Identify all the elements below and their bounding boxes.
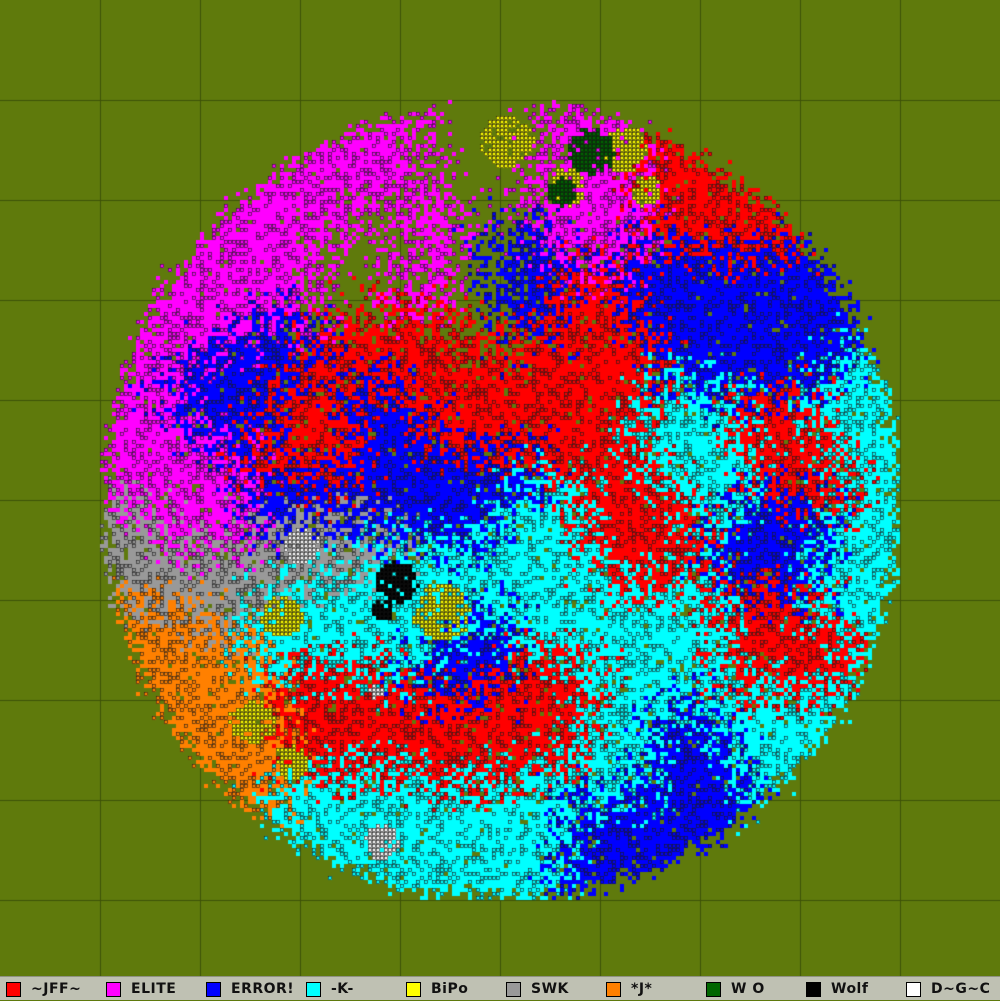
legend-item-j: *J* xyxy=(606,977,652,1001)
legend-label: ERROR! xyxy=(231,981,295,997)
legend-bar: ~JFF~ ELITE ERROR! -K- BiPo SWK *J* W O … xyxy=(0,976,1000,1000)
legend-label: Wolf xyxy=(831,981,869,997)
territory-map[interactable] xyxy=(0,0,1000,976)
legend-swatch xyxy=(906,981,921,997)
legend-swatch xyxy=(506,981,521,997)
legend-swatch xyxy=(6,981,21,997)
legend-label: ~JFF~ xyxy=(31,981,82,997)
legend-item-elite: ELITE xyxy=(106,977,176,1001)
legend-label: W O xyxy=(731,981,765,997)
legend-item-jff: ~JFF~ xyxy=(6,977,81,1001)
legend-item-k: -K- xyxy=(306,977,354,1001)
legend-item-swk: SWK xyxy=(506,977,569,1001)
legend-swatch xyxy=(606,981,621,997)
legend-label: BiPo xyxy=(431,981,469,997)
legend-item-dgc: D~G~C xyxy=(906,977,990,1001)
legend-label: D~G~C xyxy=(931,981,991,997)
legend-swatch xyxy=(806,981,821,997)
legend-label: -K- xyxy=(331,981,354,997)
legend-item-bipo: BiPo xyxy=(406,977,468,1001)
legend-swatch xyxy=(306,981,321,997)
legend-swatch xyxy=(406,981,421,997)
legend-swatch xyxy=(106,981,121,997)
legend-item-wolf: Wolf xyxy=(806,977,868,1001)
legend-item-wo: W O xyxy=(706,977,765,1001)
legend-item-error: ERROR! xyxy=(206,977,294,1001)
legend-swatch xyxy=(706,981,721,997)
legend-swatch xyxy=(206,981,221,997)
legend-label: *J* xyxy=(631,981,653,997)
legend-label: ELITE xyxy=(131,981,177,997)
legend-label: SWK xyxy=(531,981,569,997)
